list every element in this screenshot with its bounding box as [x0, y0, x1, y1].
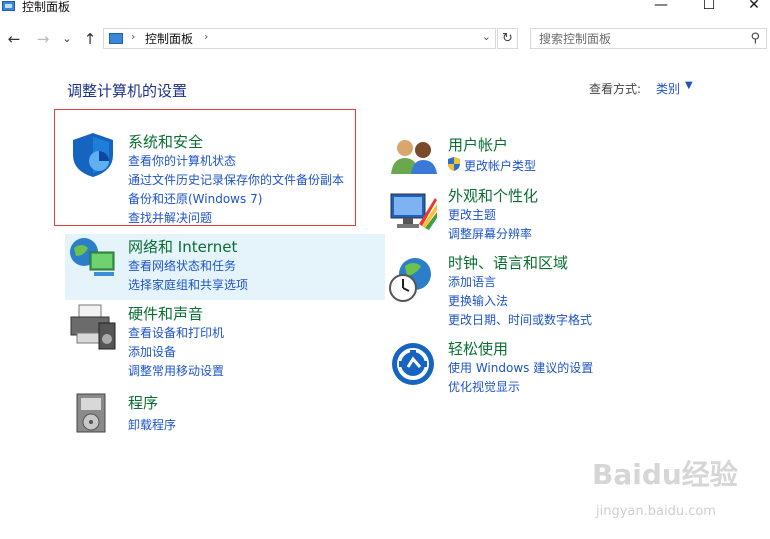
link-backup-restore[interactable]: 备份和还原(Windows 7) — [128, 190, 262, 207]
title-bar: 控制面板 — ☐ ✕ — [0, 0, 770, 14]
link-add-language[interactable]: 添加语言 — [448, 273, 496, 290]
search-icon[interactable]: ⚲ — [750, 31, 760, 46]
link-optimize-visual-display[interactable]: 优化视觉显示 — [448, 378, 520, 395]
link-devices-printers[interactable]: 查看设备和打印机 — [128, 324, 224, 341]
search-placeholder: 搜索控制面板 — [539, 32, 612, 46]
category-user-accounts[interactable]: 用户帐户 — [448, 134, 508, 155]
address-dropdown-icon[interactable]: ⌄ — [482, 30, 491, 43]
control-panel-icon — [2, 1, 15, 11]
shield-icon[interactable] — [69, 131, 117, 179]
category-appearance-personalization[interactable]: 外观和个性化 — [448, 185, 538, 206]
category-hardware-sound[interactable]: 硬件和声音 — [128, 303, 203, 324]
breadcrumb-separator[interactable]: › — [204, 30, 208, 43]
view-by-dropdown[interactable]: 类别 — [656, 80, 680, 97]
search-input[interactable]: 搜索控制面板 ⚲ — [530, 28, 767, 49]
baidu-watermark-logo: Baidu经验 — [592, 458, 738, 491]
control-panel-icon — [109, 33, 123, 44]
refresh-button[interactable]: ↻ — [497, 28, 518, 49]
category-network-internet[interactable]: 网络和 Internet — [128, 236, 237, 257]
link-change-account-type[interactable]: 更改帐户类型 — [464, 157, 536, 174]
address-bar[interactable]: › 控制面板 › ⌄ — [103, 28, 496, 49]
category-ease-of-access[interactable]: 轻松使用 — [448, 338, 508, 359]
link-date-time-format[interactable]: 更改日期、时间或数字格式 — [448, 311, 592, 328]
breadcrumb-separator[interactable]: › — [131, 30, 135, 43]
link-troubleshoot[interactable]: 查找并解决问题 — [128, 209, 212, 226]
category-clock-language-region[interactable]: 时钟、语言和区域 — [448, 252, 568, 273]
baidu-watermark-url: jingyan.baidu.com — [596, 504, 716, 519]
link-change-theme[interactable]: 更改主题 — [448, 206, 496, 223]
close-button[interactable]: ✕ — [731, 0, 770, 14]
link-change-input-method[interactable]: 更换输入法 — [448, 292, 508, 309]
ease-of-access-icon[interactable] — [390, 341, 436, 387]
chevron-down-icon[interactable]: ▼ — [685, 80, 693, 91]
network-globe-icon[interactable] — [68, 236, 118, 282]
link-recommended-settings[interactable]: 使用 Windows 建议的设置 — [448, 359, 593, 376]
appearance-icon[interactable] — [389, 188, 439, 232]
uac-shield-icon — [448, 157, 460, 171]
back-button[interactable]: ← — [4, 26, 24, 52]
view-by-label: 查看方式: — [589, 82, 642, 96]
minimize-button[interactable]: — — [638, 0, 684, 14]
page-title: 调整计算机的设置 — [67, 82, 188, 100]
up-button[interactable]: ↑ — [80, 26, 100, 52]
link-uninstall-program[interactable]: 卸载程序 — [128, 416, 176, 433]
programs-icon[interactable] — [73, 390, 113, 436]
forward-button[interactable]: → — [33, 26, 53, 52]
category-programs[interactable]: 程序 — [128, 392, 158, 413]
link-network-status[interactable]: 查看网络状态和任务 — [128, 257, 236, 274]
clock-globe-icon[interactable] — [389, 256, 435, 304]
breadcrumb-control-panel[interactable]: 控制面板 — [145, 30, 193, 47]
category-system-security[interactable]: 系统和安全 — [128, 131, 203, 152]
user-accounts-icon[interactable] — [389, 136, 439, 176]
link-screen-resolution[interactable]: 调整屏幕分辨率 — [448, 225, 532, 242]
recent-locations-button[interactable]: ⌄ — [57, 26, 77, 52]
link-homegroup-sharing[interactable]: 选择家庭组和共享选项 — [128, 276, 248, 293]
link-view-computer-status[interactable]: 查看你的计算机状态 — [128, 152, 236, 169]
link-mobility-settings[interactable]: 调整常用移动设置 — [128, 362, 224, 379]
printer-icon[interactable] — [69, 303, 119, 351]
window-title: 控制面板 — [22, 0, 71, 14]
maximize-button[interactable]: ☐ — [686, 0, 732, 14]
link-add-device[interactable]: 添加设备 — [128, 343, 176, 360]
link-file-history-backup[interactable]: 通过文件历史记录保存你的文件备份副本 — [128, 171, 344, 188]
